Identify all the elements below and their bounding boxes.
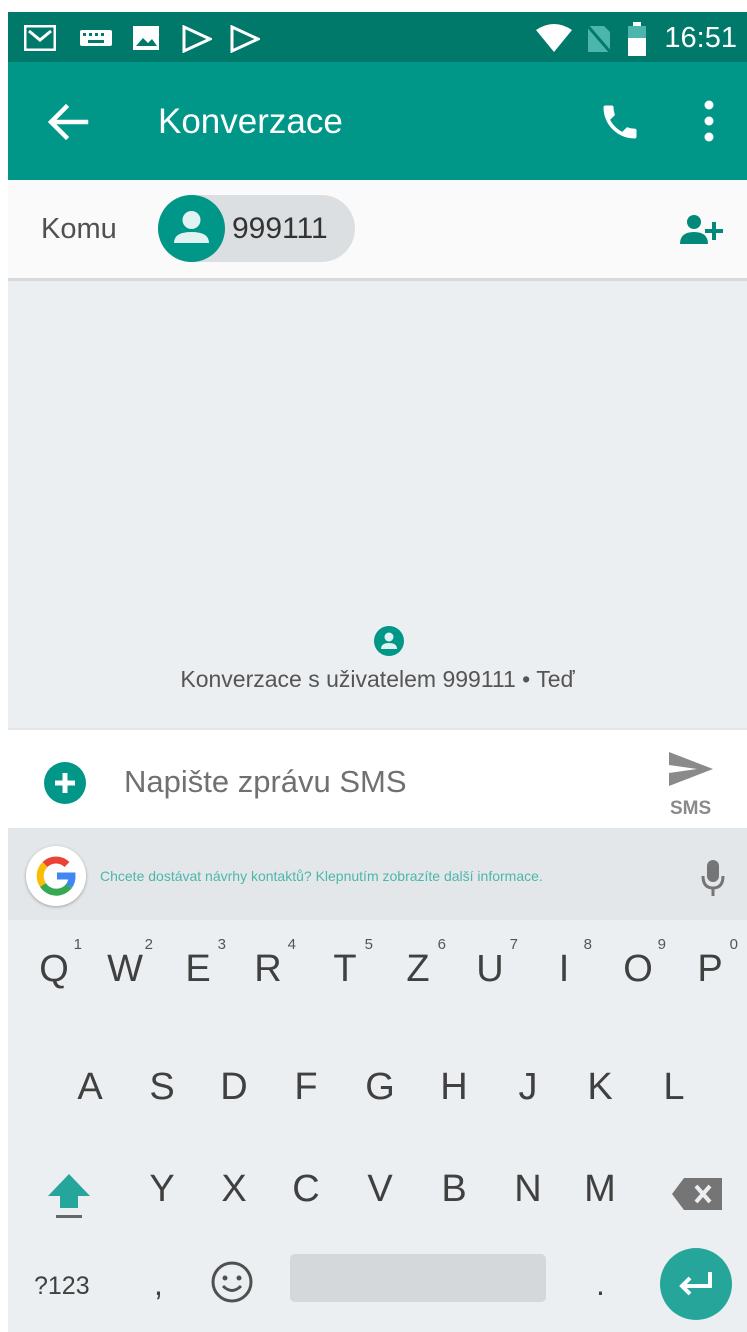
key-s[interactable]: S: [132, 1066, 192, 1109]
key-r[interactable]: R4: [238, 936, 298, 991]
key-z[interactable]: Z6: [388, 936, 448, 991]
send-sms-label: SMS: [670, 798, 712, 819]
key-l[interactable]: L: [644, 1066, 704, 1109]
gmail-icon: [24, 25, 56, 51]
key-q[interactable]: Q1: [24, 936, 84, 991]
key-d[interactable]: D: [204, 1066, 264, 1109]
clock: 16:51: [664, 22, 737, 54]
key-w[interactable]: W2: [95, 936, 155, 991]
enter-icon: [679, 1272, 712, 1296]
add-person-icon[interactable]: [674, 210, 724, 250]
add-attachment-button[interactable]: [44, 762, 86, 804]
recipient-number: 999111: [232, 212, 328, 245]
message-input[interactable]: Napište zprávu SMS: [124, 764, 407, 800]
more-vert-icon[interactable]: [694, 98, 724, 144]
plus-icon: [55, 773, 75, 793]
key-e[interactable]: E3: [168, 936, 228, 991]
shift-icon[interactable]: [46, 1172, 92, 1220]
key-n[interactable]: N: [498, 1168, 558, 1211]
conversation-info: Konverzace s uživatelem 999111 • Teď: [180, 666, 575, 692]
comma-key[interactable]: ,: [154, 1266, 163, 1303]
arrow-back-icon[interactable]: [46, 100, 90, 144]
key-u[interactable]: U7: [460, 936, 520, 991]
play-store-icon: [182, 25, 212, 53]
app-bar: Konverzace: [8, 62, 747, 180]
key-v[interactable]: V: [350, 1168, 410, 1211]
keyboard-suggestion-strip: Chcete dostávat návrhy kontaktů? Klepnut…: [8, 828, 747, 920]
send-icon[interactable]: [667, 750, 715, 788]
image-icon: [133, 26, 159, 50]
phone-screen: 16:51 Konverzace Komu 999111 Konverzace …: [8, 12, 747, 1332]
status-bar: 16:51: [8, 12, 747, 62]
key-b[interactable]: B: [424, 1168, 484, 1211]
recipient-chip[interactable]: 999111: [158, 195, 355, 262]
recipient-bar: Komu 999111: [8, 180, 747, 281]
person-icon: [381, 632, 397, 649]
battery-icon: [628, 22, 646, 56]
backspace-icon[interactable]: [670, 1176, 724, 1212]
keyboard: Q1 W2 E3 R4 T5 Z6 U7 I8 O9 P0 A S D F G …: [8, 920, 747, 1332]
google-logo[interactable]: [26, 846, 86, 906]
avatar: [158, 195, 225, 262]
symbols-key[interactable]: ?123: [34, 1272, 90, 1301]
key-i[interactable]: I8: [534, 936, 594, 991]
contact-avatar: [374, 626, 404, 656]
keyboard-icon: [80, 30, 112, 46]
person-icon: [174, 211, 209, 243]
key-o[interactable]: O9: [608, 936, 668, 991]
play-store-icon: [230, 25, 260, 53]
key-g[interactable]: G: [350, 1066, 410, 1109]
period-key[interactable]: .: [596, 1266, 605, 1303]
page-title: Konverzace: [158, 102, 343, 141]
compose-bar: Napište zprávu SMS SMS: [8, 728, 747, 828]
phone-icon[interactable]: [598, 100, 642, 144]
key-a[interactable]: A: [60, 1066, 120, 1109]
key-f[interactable]: F: [276, 1066, 336, 1109]
key-p[interactable]: P0: [680, 936, 740, 991]
microphone-icon[interactable]: [700, 858, 726, 898]
wifi-icon: [536, 24, 572, 52]
key-k[interactable]: K: [570, 1066, 630, 1109]
contacts-suggestion-hint[interactable]: Chcete dostávat návrhy kontaktů? Klepnut…: [100, 868, 543, 884]
key-y[interactable]: Y: [132, 1168, 192, 1211]
space-key[interactable]: [290, 1254, 546, 1302]
key-j[interactable]: J: [498, 1066, 558, 1109]
google-icon: [36, 856, 76, 896]
key-t[interactable]: T5: [315, 936, 375, 991]
enter-button[interactable]: [660, 1248, 732, 1320]
conversation-area: Konverzace s uživatelem 999111 • Teď: [8, 284, 747, 728]
emoji-icon[interactable]: [210, 1260, 254, 1304]
key-c[interactable]: C: [276, 1168, 336, 1211]
key-h[interactable]: H: [424, 1066, 484, 1109]
to-label: Komu: [41, 213, 117, 245]
key-x[interactable]: X: [204, 1168, 264, 1211]
no-sim-icon: [586, 24, 612, 54]
key-m[interactable]: M: [570, 1168, 630, 1211]
